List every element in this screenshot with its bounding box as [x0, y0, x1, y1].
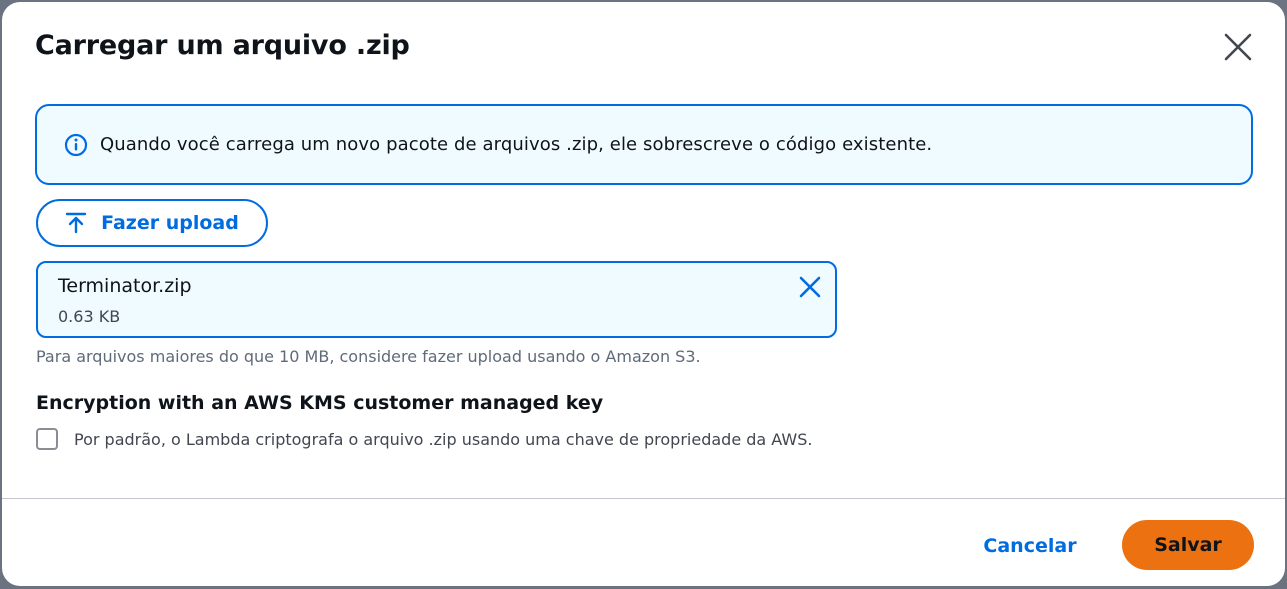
cancel-button[interactable]: Cancelar	[968, 522, 1092, 570]
upload-button[interactable]: Fazer upload	[36, 199, 268, 247]
file-size: 0.63 KB	[58, 307, 121, 326]
modal-title: Carregar um arquivo .zip	[35, 30, 410, 61]
encryption-checkbox-label[interactable]: Por padrão, o Lambda criptografa o arqui…	[74, 430, 812, 449]
close-icon	[1224, 33, 1252, 61]
upload-hint-text: Para arquivos maiores do que 10 MB, cons…	[36, 347, 701, 366]
upload-zip-modal: Carregar um arquivo .zip Quando você car…	[2, 2, 1285, 586]
modal-header: Carregar um arquivo .zip	[35, 28, 1255, 68]
info-alert: Quando você carrega um novo pacote de ar…	[35, 104, 1253, 185]
encryption-label: Encryption with an AWS KMS customer mana…	[36, 392, 604, 414]
encryption-checkbox[interactable]	[36, 428, 58, 450]
close-button[interactable]	[1221, 30, 1255, 64]
encryption-checkbox-row: Por padrão, o Lambda criptografa o arqui…	[36, 428, 812, 450]
file-name: Terminator.zip	[58, 275, 192, 297]
upload-button-label: Fazer upload	[101, 212, 239, 234]
info-icon	[64, 133, 88, 156]
close-icon	[799, 276, 821, 298]
remove-file-button[interactable]	[797, 274, 823, 300]
upload-arrow-icon	[65, 212, 87, 234]
file-token: Terminator.zip 0.63 KB	[36, 261, 837, 338]
info-alert-text: Quando você carrega um novo pacote de ar…	[100, 134, 933, 155]
save-button[interactable]: Salvar	[1122, 520, 1254, 570]
footer-divider	[2, 498, 1285, 499]
